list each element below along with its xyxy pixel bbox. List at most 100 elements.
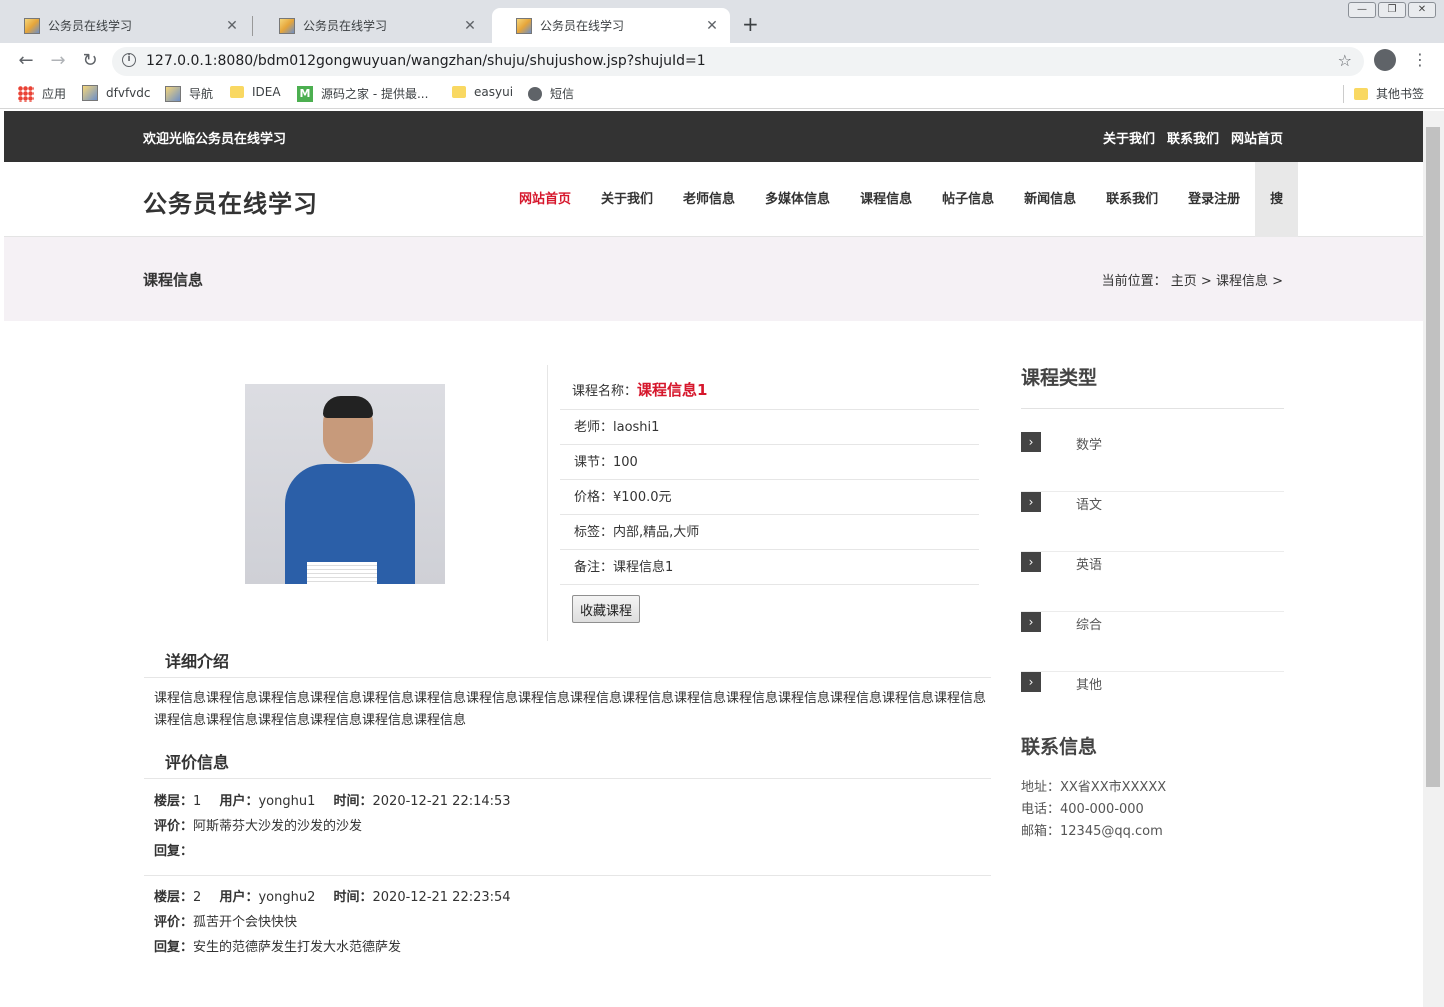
tab-close-icon[interactable]: ✕ [462,18,478,34]
contact-phone: 电话：400-000-000 [1021,802,1144,817]
site-favicon-icon [279,17,295,34]
site-favicon-icon [516,17,532,34]
nav-login[interactable]: 登录注册 [1173,162,1255,237]
browser-tab[interactable]: 公务员在线学习 ✕ [0,8,250,43]
site-header: 公务员在线学习 网站首页 关于我们 老师信息 多媒体信息 课程信息 帖子信息 新… [4,162,1423,237]
folder-icon [230,86,244,98]
nav-about[interactable]: 关于我们 [586,162,668,237]
review-section-title: 评价信息 [165,753,230,772]
apps-icon [18,85,34,102]
nav-contact[interactable]: 联系我们 [1091,162,1173,237]
sidebar-item-general[interactable]: › 综合 [1021,612,1284,672]
nav-news[interactable]: 新闻信息 [1009,162,1091,237]
nav-teachers[interactable]: 老师信息 [668,162,750,237]
comment-divider [144,875,991,876]
user-label: 用户： [219,890,259,905]
profile-avatar-icon[interactable] [1374,49,1396,71]
section-divider [144,677,991,678]
back-arrow-icon[interactable]: ← [14,49,38,73]
course-info-list: 课程名称：课程信息1 老师：laoshi1 课节：100 价格：¥100.0元 … [560,368,979,585]
browser-tab-active[interactable]: 公务员在线学习 ✕ [492,8,730,43]
course-tags: 标签：内部,精品,大师 [560,515,979,550]
bookmark-other[interactable]: 其他书签 [1354,85,1424,102]
comment-meta: 楼层：2 用户：yonghu2 时间：2020-12-21 22:23:54 [154,885,511,910]
minimize-icon[interactable]: — [1348,2,1376,18]
bookmark-label: 其他书签 [1376,87,1425,101]
sidebar-item-chinese[interactable]: › 语文 [1021,492,1284,552]
site-favicon-icon [24,17,40,34]
sidebar-item-label: 语文 [1076,498,1103,513]
nav-posts[interactable]: 帖子信息 [927,162,1009,237]
bookmark-star-icon[interactable]: ☆ [1338,51,1352,70]
top-link-contact[interactable]: 联系我们 [1167,128,1219,147]
m-icon: M [297,85,313,102]
time-value: 2020-12-21 22:14:53 [372,794,511,809]
menu-kebab-icon[interactable]: ⋮ [1412,50,1428,69]
time-label: 时间： [333,794,373,809]
tab-title: 公务员在线学习 [303,19,388,33]
bookmark-label: easyui [474,85,514,99]
floor-value: 2 [193,890,202,905]
welcome-text: 欢迎光临公务员在线学习 [143,132,287,147]
bookmark-dfvfvdc[interactable]: dfvfvdc [82,85,150,101]
tab-close-icon[interactable]: ✕ [224,18,240,34]
sidebar-item-math[interactable]: › 数学 [1021,432,1284,492]
site-logo[interactable]: 公务员在线学习 [143,184,318,219]
new-tab-button[interactable]: + [742,12,759,36]
top-link-about[interactable]: 关于我们 [1103,128,1155,147]
main-nav: 网站首页 关于我们 老师信息 多媒体信息 课程信息 帖子信息 新闻信息 联系我们… [504,162,1299,237]
floor-label: 楼层： [154,890,194,905]
course-lessons: 课节：100 [560,445,979,480]
sidebar-item-other[interactable]: › 其他 [1021,672,1284,732]
sidebar-item-label: 其他 [1076,678,1103,693]
user-value: yonghu2 [258,890,316,905]
detail-text: 课程信息课程信息课程信息课程信息课程信息课程信息课程信息课程信息课程信息课程信息… [154,691,987,728]
nav-multimedia[interactable]: 多媒体信息 [750,162,845,237]
forward-arrow-icon[interactable]: → [46,49,70,73]
browser-tab-strip: 公务员在线学习 ✕ 公务员在线学习 ✕ 公务员在线学习 ✕ + — ❐ ✕ [0,0,1444,43]
bookmark-label: 源码之家 - 提供最... [321,87,429,101]
site-info-icon[interactable]: i [122,53,136,67]
bookmark-idea[interactable]: IDEA [230,85,281,99]
bookmarks-bar: 应用 dfvfvdc 导航 IDEA M 源码之家 - 提供最... easyu… [0,79,1444,109]
bookmark-sms[interactable]: 短信 [528,85,574,102]
top-links: 关于我们 联系我们 网站首页 [1103,128,1283,147]
browser-tab[interactable]: 公务员在线学习 ✕ [255,8,488,43]
page-scrollbar[interactable] [1423,111,1444,1007]
bookmark-apps[interactable]: 应用 [18,85,66,102]
bookmark-label: dfvfvdc [106,86,151,100]
chevron-right-icon: › [1021,612,1041,632]
sidebar-item-label: 数学 [1076,438,1103,453]
contact-info: 地址：XX省XX市XXXXX 电话：400-000-000 邮箱：12345@q… [1021,777,1166,843]
review-text: 孤苦开个会快快快 [193,915,298,930]
breadcrumb[interactable]: 当前位置： 主页 > 课程信息 > [1102,270,1283,289]
course-photo [245,384,445,584]
nav-home[interactable]: 网站首页 [504,162,586,237]
bookmark-yuanma[interactable]: M 源码之家 - 提供最... [297,85,428,102]
reply-text: 安生的范德萨发生打发大水范德萨发 [193,940,402,955]
address-bar[interactable]: i 127.0.0.1:8080/bdm012gongwuyuan/wangzh… [112,47,1364,76]
nav-search-button[interactable]: 搜 [1255,162,1299,237]
url-text[interactable]: 127.0.0.1:8080/bdm012gongwuyuan/wangzhan… [146,53,706,69]
page-title-bar: 课程信息 当前位置： 主页 > 课程信息 > [4,237,1423,321]
bookmark-label: IDEA [252,85,281,99]
bookmark-easyui[interactable]: easyui [452,85,513,99]
contact-email[interactable]: 邮箱：12345@qq.com [1021,821,1166,843]
restore-icon[interactable]: ❐ [1378,2,1406,18]
bookmark-nav[interactable]: 导航 [165,85,213,102]
picture-icon [165,85,181,102]
sidebar-item-english[interactable]: › 英语 [1021,552,1284,612]
photo-books [307,562,377,584]
window-controls: — ❐ ✕ [1346,2,1436,18]
reload-icon[interactable]: ↻ [78,49,102,73]
sidebar-item-label: 综合 [1076,618,1103,633]
scrollbar-thumb[interactable] [1426,127,1440,787]
favorite-course-button[interactable]: 收藏课程 [572,595,641,623]
bookmarks-divider [1343,85,1344,103]
chevron-right-icon: › [1021,492,1041,512]
floor-value: 1 [193,794,202,809]
nav-courses[interactable]: 课程信息 [845,162,927,237]
close-window-icon[interactable]: ✕ [1408,2,1436,18]
top-link-home[interactable]: 网站首页 [1231,128,1283,147]
tab-close-icon[interactable]: ✕ [704,18,720,34]
